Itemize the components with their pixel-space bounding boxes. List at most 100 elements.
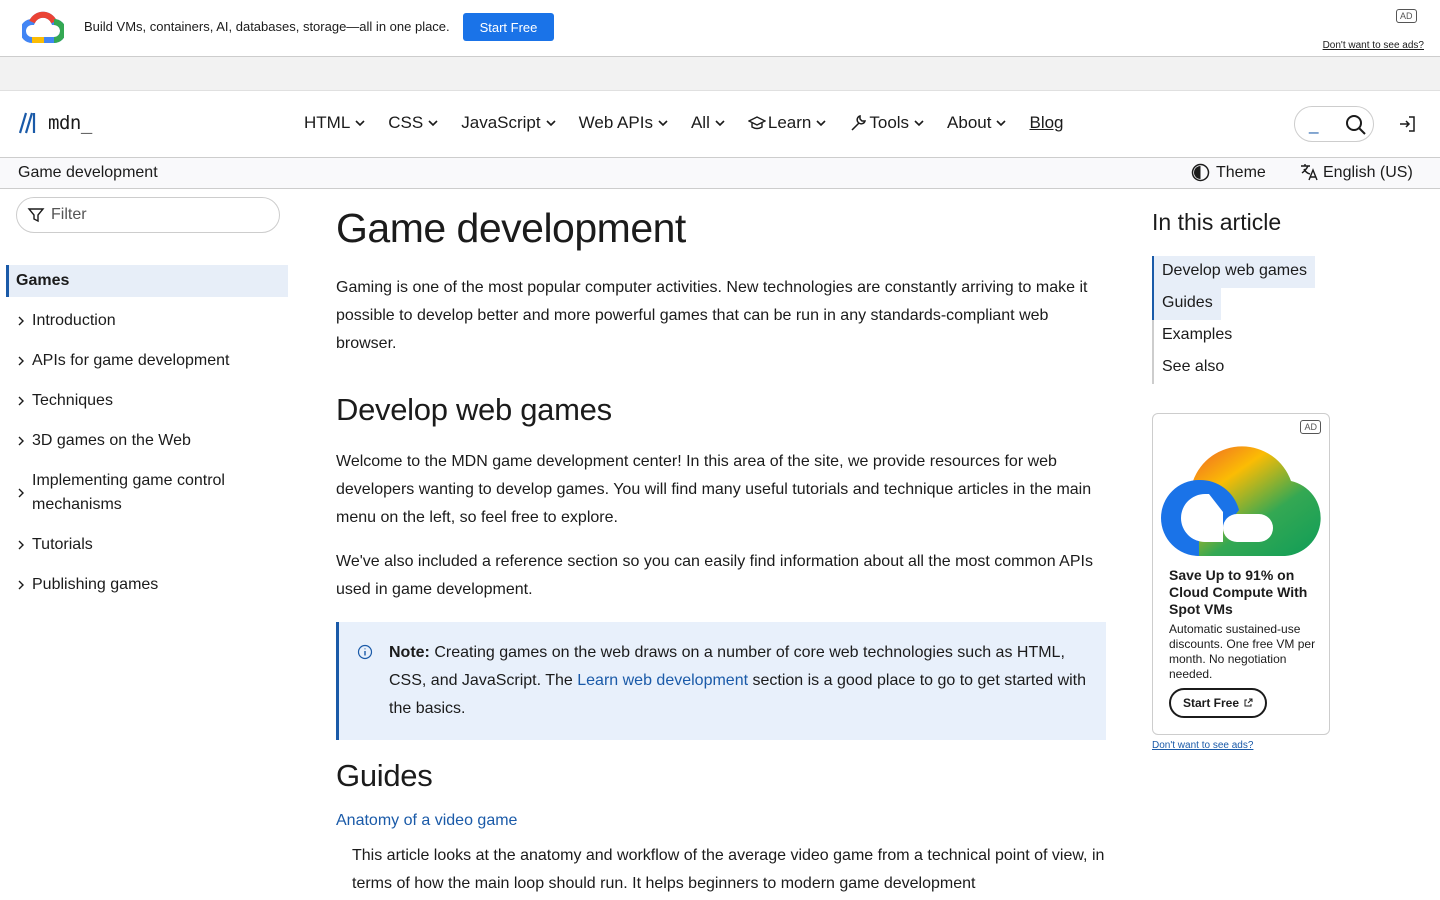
logo-text: mdn_	[48, 112, 92, 134]
sidebar-item[interactable]: Introduction	[14, 309, 284, 333]
chevron-right-icon	[18, 396, 24, 406]
graduation-cap-icon	[747, 116, 766, 130]
chevron-down-icon	[996, 120, 1007, 127]
chevron-down-icon	[914, 120, 924, 127]
login-icon[interactable]	[1398, 115, 1416, 133]
external-link-icon	[1244, 698, 1253, 707]
main-content: Game development Gaming is one of the mo…	[336, 205, 1106, 898]
nav-label: HTML	[304, 113, 351, 132]
google-cloud-logo-icon	[1161, 446, 1321, 556]
filter-icon	[27, 208, 45, 223]
toc-list: Develop web games Guides Examples See al…	[1152, 256, 1332, 384]
sidebar-item[interactable]: Tutorials	[14, 533, 284, 557]
chevron-right-icon	[18, 580, 24, 590]
toc-item-examples[interactable]: Examples	[1154, 320, 1332, 352]
breadcrumb-current[interactable]: Game development	[18, 164, 158, 182]
nav-label: JavaScript	[461, 113, 541, 132]
nav-blog-link[interactable]: Blog	[1029, 113, 1063, 133]
nav-label: CSS	[388, 113, 424, 132]
sidebar-item-label: 3D games on the Web	[32, 432, 191, 449]
main-header: mdn_ HTML CSS JavaScript Web APIs All Le…	[0, 91, 1440, 158]
sidebar-item-label: Tutorials	[32, 536, 93, 553]
heading-develop-web-games: Develop web games	[336, 392, 612, 427]
sidebar-item-label: Publishing games	[32, 576, 159, 593]
nav-javascript[interactable]: JavaScript	[461, 113, 556, 133]
translate-icon	[1301, 164, 1318, 181]
nav-tools[interactable]: Tools	[849, 113, 925, 133]
nav-all[interactable]: All	[691, 113, 726, 133]
learn-web-development-link[interactable]: Learn web development	[577, 672, 748, 689]
nav-about[interactable]: About	[947, 113, 1007, 133]
sidebar-list: Introduction APIs for game development T…	[14, 309, 284, 613]
language-button[interactable]: English (US)	[1300, 163, 1413, 182]
theme-icon	[1191, 163, 1210, 182]
mdn-mark-icon	[18, 112, 36, 134]
chevron-right-icon	[18, 540, 24, 550]
page-title: Game development	[336, 205, 686, 251]
sidebar-item-label: APIs for game development	[32, 352, 230, 369]
search-input[interactable]: _	[1309, 115, 1318, 135]
toc-item-see-also[interactable]: See also	[1154, 352, 1332, 384]
spacer-bar	[0, 57, 1440, 91]
no-ads-link[interactable]: Don't want to see ads?	[1152, 740, 1253, 751]
theme-button[interactable]: Theme	[1191, 163, 1266, 182]
toc-item-develop-web-games[interactable]: Develop web games	[1152, 256, 1315, 288]
ad-button-label: Start Free	[1183, 696, 1240, 710]
chevron-right-icon	[18, 316, 24, 326]
nav-web-apis[interactable]: Web APIs	[579, 113, 669, 133]
theme-label: Theme	[1216, 163, 1266, 181]
chevron-down-icon	[546, 120, 556, 127]
toc-item-guides[interactable]: Guides	[1152, 288, 1221, 320]
chevron-right-icon	[18, 488, 24, 498]
sidebar-item-label: Implementing game control mechanisms	[32, 472, 225, 513]
wrench-icon	[851, 114, 867, 131]
chevron-down-icon	[658, 120, 668, 127]
sidebar-item[interactable]: Publishing games	[14, 573, 284, 597]
sidebar-item[interactable]: Techniques	[14, 389, 284, 413]
ad-headline: Save Up to 91% on Cloud Compute With Spo…	[1169, 567, 1308, 617]
google-cloud-logo-icon[interactable]	[22, 10, 64, 44]
info-icon	[357, 644, 373, 660]
intro-paragraph: Gaming is one of the most popular comput…	[336, 279, 1088, 352]
nav-label: About	[947, 113, 992, 132]
toc: In this article Develop web games Guides…	[1152, 209, 1332, 384]
nav-label: Learn	[767, 113, 812, 132]
sidebar-item-label: Introduction	[32, 312, 116, 329]
note-text: Note: Creating games on the web draws on…	[389, 639, 1088, 723]
nav-label: All	[690, 113, 710, 132]
heading-guides: Guides	[336, 758, 433, 793]
breadcrumb-bar: Game development Theme English (US)	[0, 158, 1440, 189]
ad-text: Build VMs, containers, AI, databases, st…	[84, 19, 450, 34]
ad-body: Automatic sustained-use discounts. One f…	[1169, 622, 1316, 681]
chevron-down-icon	[428, 120, 438, 127]
ad-start-free-button[interactable]: Start Free	[1169, 688, 1268, 718]
chevron-down-icon	[816, 120, 826, 127]
note-label: Note:	[389, 644, 430, 661]
sidebar-item[interactable]: APIs for game development	[14, 349, 284, 373]
welcome-paragraph: Welcome to the MDN game development cent…	[336, 453, 1092, 526]
chevron-down-icon	[355, 120, 365, 127]
no-ads-link[interactable]: Don't want to see ads?	[1323, 40, 1424, 51]
note-callout: Note: Creating games on the web draws on…	[336, 622, 1106, 740]
sidebar-item-label: Techniques	[32, 392, 113, 409]
anatomy-video-game-link[interactable]: Anatomy of a video game	[336, 812, 1106, 830]
sidebar-filter-input[interactable]: Filter	[16, 197, 280, 233]
nav-learn[interactable]: Learn	[747, 113, 827, 133]
main-nav: HTML CSS JavaScript Web APIs All Learn T…	[304, 113, 1064, 133]
guide-description: This article looks at the anatomy and wo…	[352, 847, 1105, 892]
side-ad[interactable]: AD Save Up to 91% on Cloud Compute With …	[1152, 413, 1330, 735]
reference-paragraph: We've also included a reference section …	[336, 553, 1093, 598]
nav-label: Tools	[869, 113, 910, 132]
search-box[interactable]: _	[1294, 106, 1374, 142]
language-label: English (US)	[1323, 163, 1413, 181]
search-icon[interactable]	[1345, 114, 1367, 136]
sidebar-item[interactable]: Implementing game control mechanisms	[14, 469, 284, 517]
ad-badge: AD	[1396, 9, 1417, 23]
nav-css[interactable]: CSS	[388, 113, 439, 133]
mdn-logo[interactable]: mdn_	[18, 111, 92, 135]
nav-html[interactable]: HTML	[304, 113, 366, 133]
sidebar-item-games[interactable]: Games	[6, 265, 288, 297]
sidebar-item[interactable]: 3D games on the Web	[14, 429, 284, 453]
chevron-down-icon	[715, 120, 725, 127]
ad-start-free-button[interactable]: Start Free	[463, 13, 554, 41]
